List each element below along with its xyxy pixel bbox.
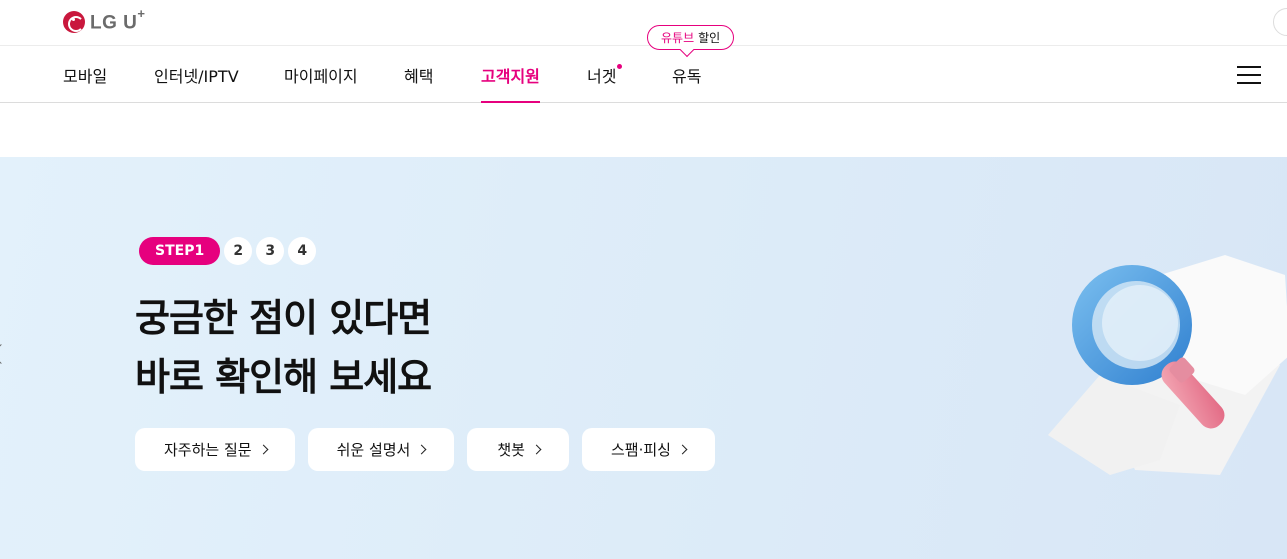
nav-item-customer-support[interactable]: 고객지원	[481, 46, 540, 103]
lg-logo-icon	[63, 10, 85, 33]
chevron-left-icon[interactable]	[0, 344, 11, 364]
chevron-right-icon	[258, 444, 269, 455]
step-indicator: STEP1 2 3 4	[139, 237, 317, 265]
faq-button-label: 자주하는 질문	[164, 441, 252, 459]
chevron-right-icon	[677, 444, 688, 455]
promo-highlight: 유튜브	[661, 31, 695, 45]
logo-text: LG U+	[90, 6, 146, 34]
easy-guide-button-label: 쉬운 설명서	[336, 441, 411, 459]
spam-phishing-button-label: 스팸·피싱	[610, 441, 671, 459]
faq-button[interactable]: 자주하는 질문	[135, 428, 295, 471]
profile-button-edge[interactable]	[1273, 8, 1287, 36]
step-2-badge[interactable]: 2	[224, 237, 253, 265]
lg-uplus-logo[interactable]: LG U+	[63, 6, 146, 34]
magnifying-glass-illustration	[1048, 255, 1287, 475]
main-navigation: 모바일 인터넷/IPTV 마이페이지 혜택 고객지원 너겟 유독	[0, 46, 1287, 103]
headline-line-1: 궁금한 점이 있다면	[135, 296, 432, 340]
quick-links: 자주하는 질문 쉬운 설명서 챗봇 스팸·피싱	[135, 428, 728, 471]
chatbot-button[interactable]: 챗봇	[467, 428, 569, 471]
new-badge-dot	[617, 64, 623, 69]
youtube-discount-tooltip[interactable]: 유튜브 할인	[647, 25, 735, 50]
promo-text: 할인	[698, 31, 721, 45]
nav-item-benefits[interactable]: 혜택	[404, 46, 433, 103]
chatbot-button-label: 챗봇	[497, 441, 525, 459]
hamburger-menu-icon[interactable]	[1237, 66, 1261, 84]
nav-item-nugget[interactable]: 너겟	[587, 46, 623, 103]
nav-item-nugget-label: 너겟	[587, 66, 617, 86]
nav-item-mypage[interactable]: 마이페이지	[284, 46, 358, 103]
top-bar: LG U+	[0, 0, 1287, 46]
nav-item-mobile[interactable]: 모바일	[63, 46, 107, 103]
hero-banner: STEP1 2 3 4 궁금한 점이 있다면 바로 확인해 보세요 자주하는 질…	[0, 157, 1287, 559]
step-4-badge[interactable]: 4	[288, 237, 317, 265]
chevron-right-icon	[416, 444, 427, 455]
chevron-right-icon	[531, 444, 542, 455]
hero-headline: 궁금한 점이 있다면 바로 확인해 보세요	[135, 289, 432, 407]
headline-line-2: 바로 확인해 보세요	[135, 355, 432, 399]
step-3-badge[interactable]: 3	[256, 237, 285, 265]
easy-guide-button[interactable]: 쉬운 설명서	[307, 428, 455, 471]
nav-item-internet-iptv[interactable]: 인터넷/IPTV	[154, 46, 239, 103]
spam-phishing-button[interactable]: 스팸·피싱	[581, 428, 715, 471]
step-1-badge[interactable]: STEP1	[139, 237, 221, 265]
